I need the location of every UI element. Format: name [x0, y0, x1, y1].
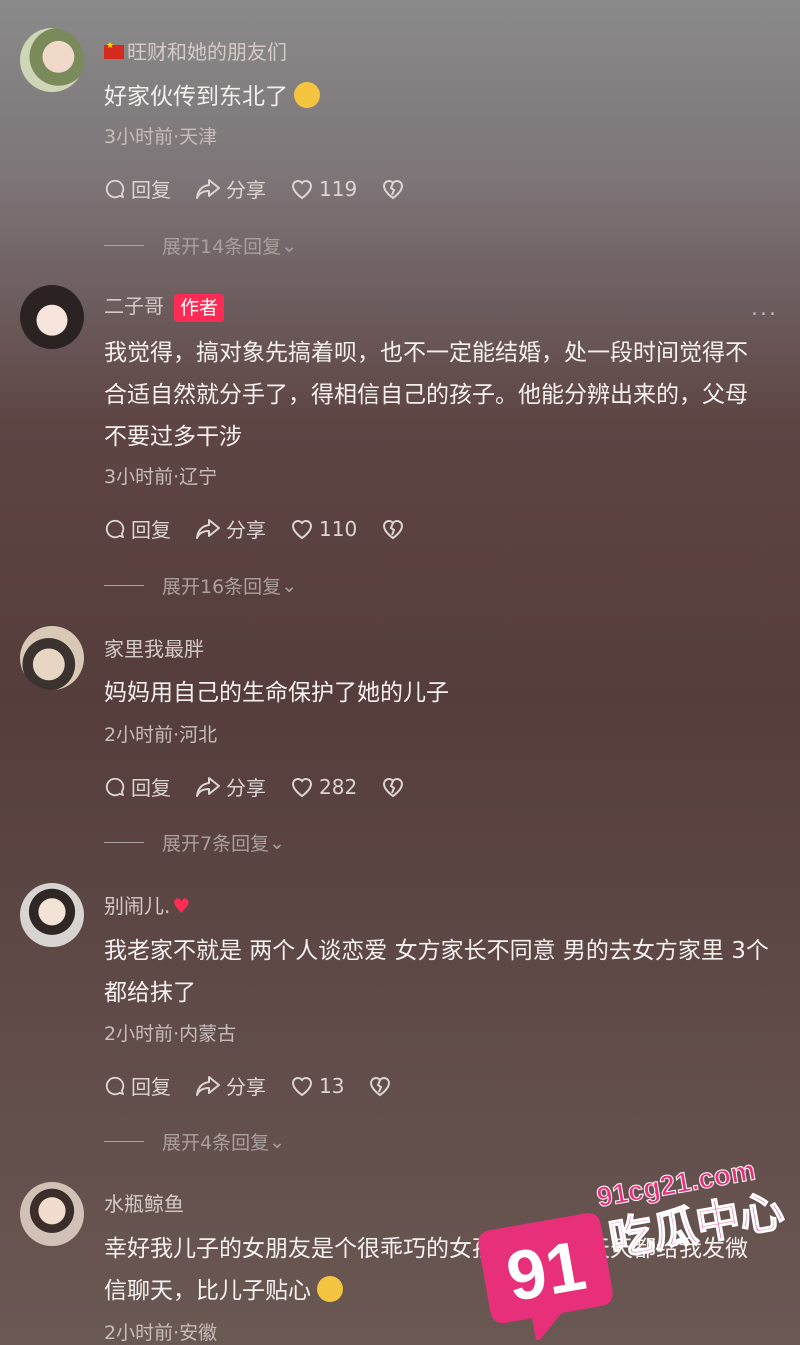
heart-outline-icon [291, 519, 313, 539]
expand-replies-button[interactable]: 展开14条回复 ⌄ [104, 232, 297, 259]
share-label: 分享 [226, 518, 266, 542]
share-button[interactable]: 分享 [195, 174, 266, 203]
comment-meta: 2小时前·内蒙古 [104, 1023, 237, 1045]
reply-button[interactable]: 回复 [104, 174, 171, 203]
expand-replies-button[interactable]: 展开7条回复 ⌄ [104, 829, 285, 856]
comment-text: 好家伙传到东北了 [104, 76, 770, 118]
username-text: 二子哥 [104, 294, 164, 318]
share-arrow-icon [196, 776, 220, 797]
like-button[interactable]: 13 [290, 1074, 344, 1098]
expand-label: 展开7条回复 [162, 833, 270, 855]
comment-text: 我觉得，搞对象先搞着呗，也不一定能结婚，处一段时间觉得不合适自然就分手了，得相信… [104, 340, 748, 450]
grinning-emoji-icon [317, 1275, 343, 1302]
watermark-graphic: 91 91cg21.com 吃瓜中心 [478, 1154, 788, 1344]
like-count: 110 [319, 516, 358, 541]
like-count: 13 [319, 1073, 345, 1098]
comment-meta: 3小时前·辽宁 [104, 466, 218, 488]
grinning-sweat-emoji-icon [294, 81, 320, 108]
share-label: 分享 [226, 1075, 266, 1099]
like-button[interactable]: 119 [290, 177, 357, 201]
reply-label: 回复 [131, 1075, 171, 1099]
reply-button[interactable]: 回复 [104, 772, 171, 801]
dislike-button[interactable] [381, 178, 410, 200]
share-button[interactable]: 分享 [195, 514, 266, 543]
comment-meta: 3小时前·天津 [104, 126, 218, 148]
share-button[interactable]: 分享 [195, 1071, 266, 1100]
avatar[interactable] [20, 28, 84, 92]
heart-outline-icon [291, 1076, 313, 1096]
share-arrow-icon [196, 178, 220, 199]
dislike-button[interactable] [368, 1075, 397, 1097]
heart-outline-icon [291, 179, 313, 199]
dislike-button[interactable] [381, 518, 410, 540]
like-count: 119 [319, 176, 358, 201]
expand-replies-button[interactable]: 展开4条回复 ⌄ [104, 1128, 285, 1155]
comment-actions: 回复 分享 110 [104, 514, 434, 543]
reply-button[interactable]: 回复 [104, 1071, 171, 1100]
avatar[interactable] [20, 883, 84, 947]
broken-heart-icon [383, 179, 404, 199]
expand-label: 展开16条回复 [162, 576, 282, 598]
username[interactable]: 别闹儿. ♥ [104, 890, 190, 919]
like-button[interactable]: 282 [290, 775, 357, 799]
chevron-down-icon: ⌄ [281, 234, 298, 257]
share-button[interactable]: 分享 [195, 772, 266, 801]
share-label: 分享 [226, 776, 266, 800]
expand-label: 展开4条回复 [162, 1132, 270, 1154]
divider-line [104, 585, 144, 586]
divider-line [104, 1141, 144, 1142]
comment-text: 妈妈用自己的生命保护了她的儿子 [104, 680, 449, 706]
comment-meta: 2小时前·安徽 [104, 1322, 218, 1344]
china-flag-icon [104, 41, 124, 59]
username[interactable]: 水瓶鲸鱼 [104, 1188, 184, 1217]
author-badge: 作者 [174, 293, 225, 322]
like-count: 282 [319, 774, 358, 799]
avatar[interactable] [20, 626, 84, 690]
heart-icon: ♥ [172, 894, 191, 918]
watermark-logo: 91 91cg21.com 吃瓜中心 [470, 1140, 790, 1344]
username-text: 旺财和她的朋友们 [127, 40, 287, 64]
username[interactable]: 旺财和她的朋友们 [104, 36, 287, 65]
reply-bubble-icon [105, 777, 125, 796]
watermark-number: 91 [501, 1226, 591, 1316]
avatar[interactable] [20, 1182, 84, 1246]
reply-button[interactable]: 回复 [104, 514, 171, 543]
share-arrow-icon [196, 518, 220, 539]
reply-bubble-icon [105, 179, 125, 198]
comment-text: 我老家不就是 两个人谈恋爱 女方家长不同意 男的去女方家里 3个都给抹了 [104, 938, 769, 1006]
heart-outline-icon [291, 777, 313, 797]
expand-replies-button[interactable]: 展开16条回复 ⌄ [104, 572, 297, 599]
reply-label: 回复 [131, 776, 171, 800]
broken-heart-icon [383, 777, 404, 797]
username-text: 别闹儿. [104, 894, 171, 918]
comment-actions: 回复 分享 13 [104, 1071, 421, 1100]
username[interactable]: 二子哥 作者 [104, 290, 225, 322]
chevron-down-icon: ⌄ [269, 1130, 286, 1153]
comment-actions: 回复 分享 282 [104, 772, 434, 801]
divider-line [104, 245, 144, 246]
broken-heart-icon [370, 1076, 391, 1096]
more-options-button[interactable]: ... [751, 296, 778, 321]
reply-label: 回复 [131, 178, 171, 202]
divider-line [104, 842, 144, 843]
like-button[interactable]: 110 [290, 517, 357, 541]
avatar[interactable] [20, 285, 84, 349]
username[interactable]: 家里我最胖 [104, 633, 204, 662]
broken-heart-icon [383, 519, 404, 539]
share-label: 分享 [226, 178, 266, 202]
share-arrow-icon [196, 1075, 220, 1096]
comment-meta: 2小时前·河北 [104, 724, 218, 746]
comment-actions: 回复 分享 119 [104, 174, 434, 203]
chevron-down-icon: ⌄ [269, 831, 286, 854]
comment-text-content: 好家伙传到东北了 [104, 84, 288, 110]
reply-bubble-icon [105, 1076, 125, 1095]
reply-bubble-icon [105, 519, 125, 538]
reply-label: 回复 [131, 518, 171, 542]
dislike-button[interactable] [381, 776, 410, 798]
chevron-down-icon: ⌄ [281, 574, 298, 597]
expand-label: 展开14条回复 [162, 236, 282, 258]
